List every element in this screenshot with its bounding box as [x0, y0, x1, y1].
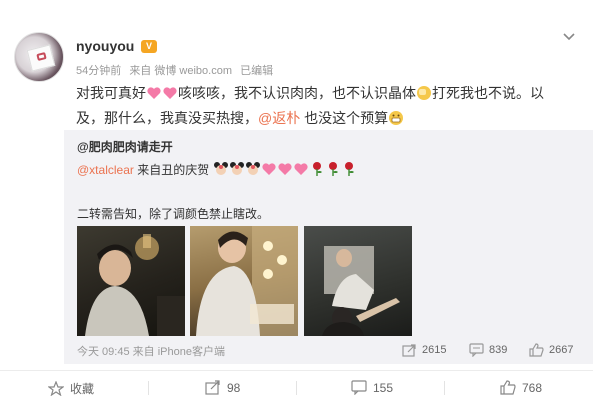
- edited-label[interactable]: 已编辑: [240, 65, 273, 77]
- repost-share-count: 2615: [422, 344, 447, 356]
- like-button[interactable]: 768: [500, 380, 542, 395]
- repost-comment-stat[interactable]: 839: [469, 343, 507, 357]
- grin-emoji-icon: [389, 111, 404, 125]
- photo-2-scene: [196, 226, 298, 336]
- repost-notice-text: 二转需告知，除了调颜色禁止瞎改。: [77, 207, 270, 221]
- repost-text-line: @xtalclear 来自丑的庆贺: [77, 161, 357, 178]
- repost-photo-1[interactable]: [77, 226, 185, 336]
- rose-emoji-icon: [312, 162, 322, 176]
- user-avatar[interactable]: [14, 32, 64, 82]
- post-text-segment: 也没这个预算: [300, 110, 389, 126]
- vip-badge-icon: V: [141, 40, 157, 53]
- comment-icon: [351, 380, 367, 395]
- comment-icon: [469, 343, 484, 357]
- post-text-line-1: 对我可真好 咳咳咳，我不认识肉肉，也不认识晶体 打死我也不说。以: [76, 81, 581, 106]
- post-text-segment: 打死我也不说。以: [432, 85, 544, 101]
- chevron-down-icon[interactable]: [561, 28, 577, 44]
- share-icon: [402, 344, 416, 357]
- repost-time-source[interactable]: 今天 09:45 来自 iPhone客户端: [77, 343, 225, 359]
- repost-mention-link[interactable]: @xtalclear: [77, 163, 134, 177]
- star-icon: [48, 381, 64, 396]
- repost-text-segment: 来自丑的庆贺: [133, 163, 210, 177]
- share-icon: [205, 380, 220, 395]
- thumbs-up-icon: [500, 380, 516, 395]
- toolbar-divider: [148, 381, 149, 395]
- comment-count: 155: [373, 380, 394, 395]
- weibo-post: nyouyou V 54分钟前 来自 微博 weibo.com 已编辑 对我可真…: [0, 0, 593, 403]
- mouse-ears-emoji-icon: [245, 162, 260, 175]
- repost-share-stat[interactable]: 2615: [402, 343, 446, 357]
- mention-link[interactable]: @返朴: [258, 110, 300, 126]
- photo-3-scene: [322, 246, 400, 336]
- share-button[interactable]: 98: [205, 380, 240, 395]
- repost-comment-count: 839: [489, 344, 508, 356]
- toolbar-divider: [296, 381, 297, 395]
- repost-author[interactable]: @肥肉肥肉请走开: [77, 138, 173, 155]
- action-toolbar: 收藏 98 155 768: [0, 370, 593, 403]
- rose-emoji-icon: [344, 162, 354, 176]
- facepalm-emoji-icon: [417, 86, 431, 100]
- mouse-ears-emoji-icon: [229, 162, 244, 175]
- heart-emoji-icon: [277, 163, 292, 175]
- like-count: 768: [522, 380, 543, 395]
- post-text-line-2: 及，那什么，我真没买热搜，@返朴 也没这个预算: [76, 106, 581, 131]
- heart-emoji-icon: [293, 163, 308, 175]
- heart-emoji-icon: [163, 87, 177, 99]
- photo-1-scene: [85, 234, 185, 336]
- post-meta: 54分钟前 来自 微博 weibo.com 已编辑: [76, 62, 278, 78]
- repost-like-count: 2667: [549, 344, 574, 356]
- post-text-segment: 及，那什么，我真没买热搜，: [76, 110, 258, 126]
- favorite-button[interactable]: 收藏: [48, 380, 94, 397]
- thumbs-up-icon: [529, 343, 544, 357]
- repost-photo-2[interactable]: [190, 226, 298, 336]
- toolbar-divider: [444, 381, 445, 395]
- mouse-ears-emoji-icon: [213, 162, 228, 175]
- post-text: 对我可真好 咳咳咳，我不认识肉肉，也不认识晶体 打死我也不说。以 及，那什么，我真没…: [76, 81, 581, 131]
- post-time[interactable]: 54分钟前: [76, 65, 121, 77]
- repost-card: @肥肉肥肉请走开 @xtalclear 来自丑的庆贺 二转需告知，除了调颜色禁止…: [64, 130, 593, 364]
- heart-emoji-icon: [261, 163, 276, 175]
- repost-photo-3[interactable]: [304, 226, 412, 336]
- post-text-segment: 对我可真好: [76, 85, 146, 101]
- heart-emoji-icon: [147, 87, 161, 99]
- post-source[interactable]: 来自 微博 weibo.com: [129, 65, 232, 77]
- share-count: 98: [227, 380, 241, 395]
- repost-like-stat[interactable]: 2667: [529, 343, 573, 357]
- comment-button[interactable]: 155: [351, 380, 393, 395]
- favorite-label: 收藏: [70, 382, 95, 396]
- rose-emoji-icon: [328, 162, 338, 176]
- post-text-segment: 咳咳咳，我不认识肉肉，也不认识晶体: [178, 85, 416, 101]
- username[interactable]: nyouyou: [76, 38, 134, 54]
